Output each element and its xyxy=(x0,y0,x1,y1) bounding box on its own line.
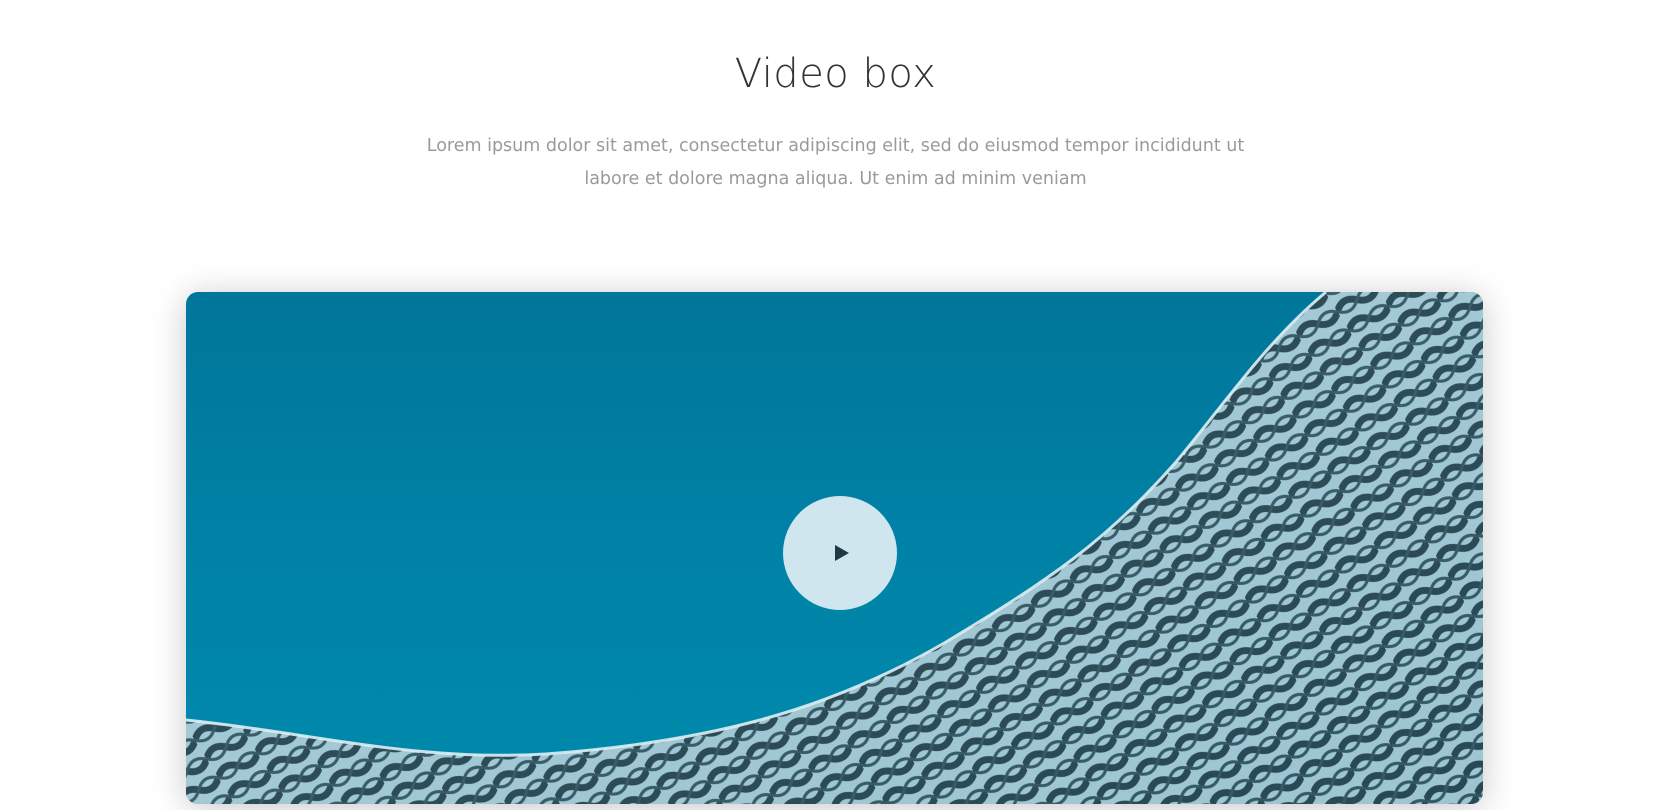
video-box-section: Video box Lorem ipsum dolor sit amet, co… xyxy=(0,0,1671,810)
play-icon xyxy=(834,545,849,561)
description-line-1: Lorem ipsum dolor sit amet, consectetur … xyxy=(426,136,1245,156)
description-line-2: labore et dolore magna aliqua. Ut enim a… xyxy=(584,169,1087,189)
video-thumbnail[interactable] xyxy=(186,292,1483,804)
section-description: Lorem ipsum dolor sit amet, consectetur … xyxy=(420,130,1251,196)
play-button[interactable] xyxy=(783,496,897,610)
section-title: Video box xyxy=(734,51,937,97)
